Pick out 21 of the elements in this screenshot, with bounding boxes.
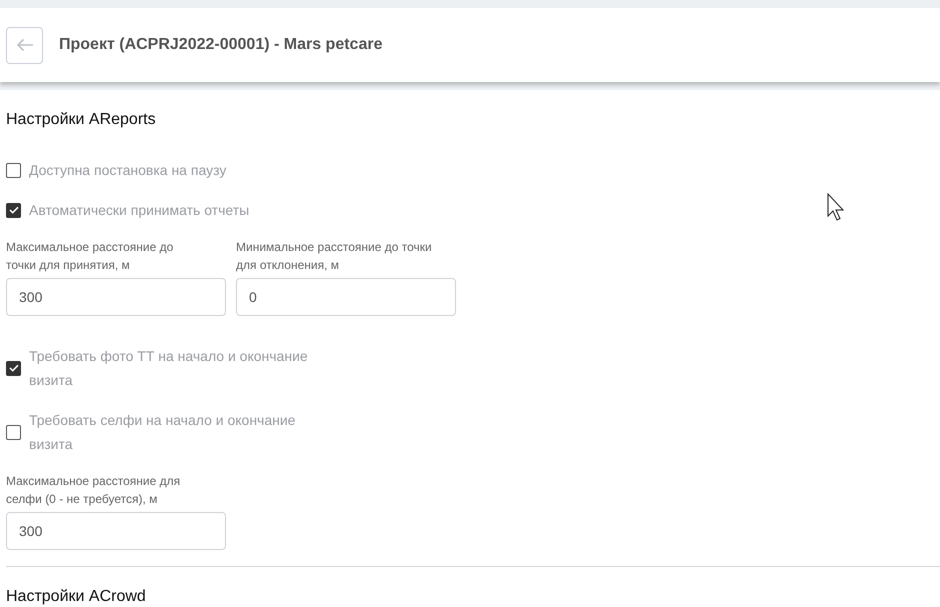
field-label: Минимальное расстояние до точки для отклонения, м	[236, 239, 433, 274]
input-field[interactable]: 300	[6, 512, 226, 550]
input-field[interactable]: 300	[6, 278, 226, 316]
check-icon	[8, 206, 18, 214]
field-label: Максимальное расстояние до точки для принятия, м	[6, 239, 174, 274]
checkbox[interactable]	[6, 360, 21, 376]
checkbox[interactable]	[6, 202, 21, 218]
checkbox-label: Доступна постановка на паузу	[29, 161, 226, 180]
checkbox-label: Автоматически принимать отчеты	[29, 201, 250, 220]
checkbox-label: Требовать селфи на начало и окончание визита	[29, 411, 296, 454]
checkbox[interactable]	[6, 424, 21, 440]
checkbox-label: Требовать фото ТТ на начало и окончание визита	[29, 347, 309, 390]
field-label: Максимальное расстояние для селфи (0 - не требуется), м	[6, 473, 182, 508]
section-title: Настройки ACrowd	[6, 587, 147, 606]
input-field[interactable]: 0	[236, 278, 456, 316]
checkbox[interactable]	[6, 162, 21, 178]
section-title: Настройки AReports	[6, 110, 157, 129]
mouse-pointer-icon	[827, 193, 845, 221]
check-icon	[8, 364, 18, 372]
back-arrow-icon	[16, 38, 34, 52]
page-title: Проект (ACPRJ2022-00001) - Mars petcare	[59, 36, 382, 54]
